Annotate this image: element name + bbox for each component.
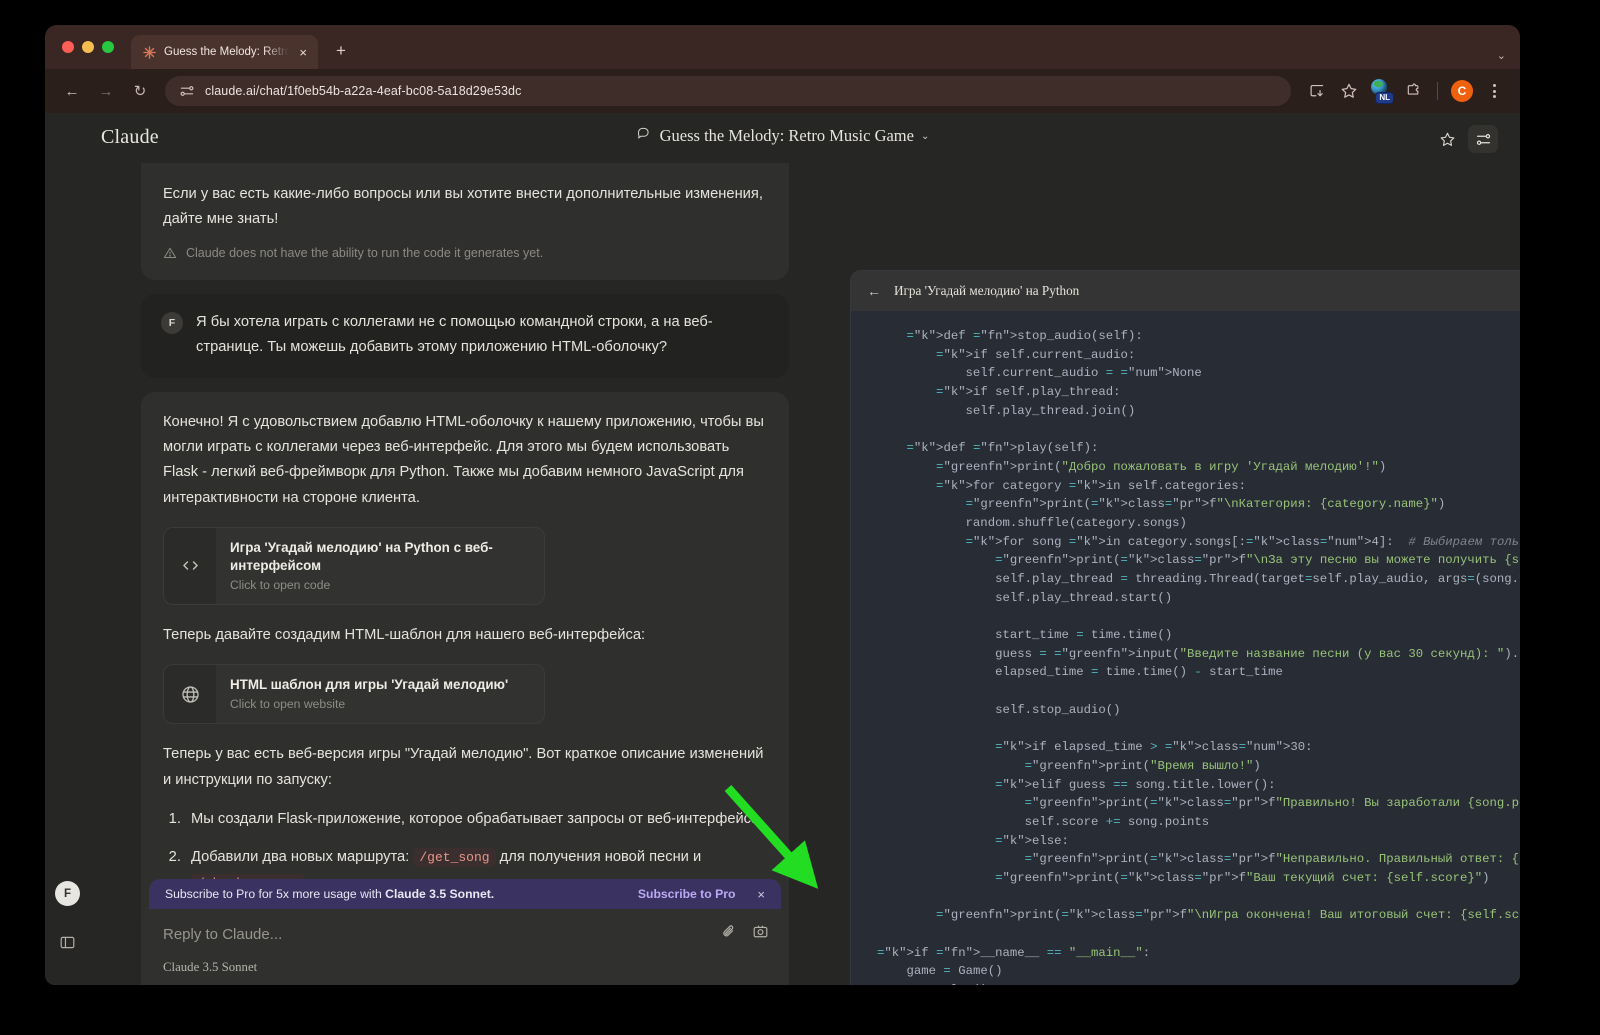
chat-bubble-icon (636, 126, 651, 146)
subscribe-promo-banner: Subscribe to Pro for 5x more usage with … (149, 879, 781, 909)
reload-button[interactable]: ↻ (125, 76, 155, 106)
conversation-scroll[interactable]: Как и раньше, вам нужно будет заменить п… (141, 163, 789, 985)
user-message: F Я бы хотела играть с коллегами не с по… (141, 294, 789, 378)
back-button[interactable]: ← (57, 76, 87, 106)
paragraph: Теперь у вас есть веб-версия игры "Угада… (163, 746, 764, 788)
artifact-card-title: HTML шаблон для игры 'Угадай мелодию' (230, 677, 509, 693)
profile-initial: C (1451, 80, 1473, 102)
app-header: Claude Guess the Melody: Retro Music Gam… (45, 113, 1520, 163)
subscribe-to-pro-link[interactable]: Subscribe to Pro (638, 887, 736, 901)
artifact-panel: ← Игра 'Угадай мелодию' на Python × ="k"… (850, 270, 1520, 985)
paragraph: Конечно! Я с удовольствием добавлю HTML-… (163, 413, 764, 506)
user-avatar[interactable]: F (55, 881, 80, 906)
install-app-icon[interactable] (1303, 77, 1331, 105)
bookmark-star-icon[interactable] (1335, 77, 1363, 105)
promo-text-plain: Subscribe to Pro for 5x more usage with (165, 887, 386, 901)
chat-title: Guess the Melody: Retro Music Game (659, 126, 914, 145)
toolbar-divider (1437, 82, 1438, 100)
model-label[interactable]: Claude 3.5 Sonnet (163, 960, 257, 975)
step-text: Добавили два новых маршрута: (191, 849, 414, 866)
extension-badge-label: NL (1375, 92, 1394, 104)
user-message-text: Я бы хотела играть с коллегами не с помо… (196, 314, 713, 356)
artifact-card-code[interactable]: Игра 'Угадай мелодию' на Python с веб-ин… (163, 526, 545, 605)
header-actions (1432, 125, 1498, 153)
maximize-window-button[interactable] (102, 41, 114, 53)
nl-translate-extension-icon[interactable]: NL (1367, 77, 1395, 105)
browser-tabstrip: Guess the Melody: Retro Mus × + ⌄ (45, 25, 1520, 69)
artifact-card-html[interactable]: HTML шаблон для игры 'Угадай мелодию' Cl… (163, 664, 545, 725)
globe-icon (164, 665, 216, 724)
window-controls-chevron-icon[interactable]: ⌄ (1497, 49, 1506, 62)
reply-input-placeholder[interactable]: Reply to Claude... (163, 926, 771, 943)
site-settings-icon[interactable] (179, 83, 195, 99)
artifact-card-subtitle: Click to open website (230, 697, 346, 712)
claude-app-page: F Claude Guess the Melody: Retro Music G… (45, 113, 1520, 985)
composer-area: Subscribe to Pro for 5x more usage with … (141, 879, 789, 985)
step-text: для получения новой песни и (495, 849, 702, 866)
paragraph: Как и раньше, вам нужно будет заменить п… (163, 163, 767, 168)
browser-toolbar: ← → ↻ claude.ai/chat/1f0eb54b-a22a-4eaf-… (45, 69, 1520, 113)
new-tab-button[interactable]: + (330, 40, 352, 62)
inline-code: /get_song (413, 848, 496, 868)
attach-paperclip-icon[interactable] (721, 923, 738, 945)
assistant-message-top: Как и раньше, вам нужно будет заменить п… (141, 163, 789, 281)
minimize-window-button[interactable] (82, 41, 94, 53)
star-icon[interactable] (1432, 125, 1462, 153)
sidebar-toggle-icon[interactable] (56, 931, 78, 953)
avatar: F (161, 312, 183, 335)
url-text: claude.ai/chat/1f0eb54b-a22a-4eaf-bc08-5… (205, 84, 522, 98)
artifact-title: Игра 'Угадай мелодию' на Python (894, 283, 1080, 298)
artifact-card-title: Игра 'Угадай мелодию' на Python с веб-ин… (230, 539, 493, 573)
paragraph: Теперь давайте создадим HTML-шаблон для … (163, 627, 646, 643)
tab-title: Guess the Melody: Retro Mus (164, 46, 290, 58)
step-text: Мы создали Flask-приложение, которое обр… (191, 810, 764, 827)
sliders-icon[interactable] (1468, 125, 1498, 153)
artifact-code-block: ="k">def ="fn">stop_audio(self): ="k">if… (877, 329, 1520, 985)
artifact-back-button[interactable]: ← (867, 283, 881, 299)
chat-title-group[interactable]: Guess the Melody: Retro Music Game ⌄ (636, 126, 929, 146)
composer-actions (721, 923, 769, 945)
forward-button[interactable]: → (91, 76, 121, 106)
window-traffic-lights[interactable] (62, 41, 114, 53)
address-bar[interactable]: claude.ai/chat/1f0eb54b-a22a-4eaf-bc08-5… (165, 76, 1291, 106)
app-left-rail: F (45, 113, 97, 985)
browser-menu-kebab-icon[interactable] (1480, 77, 1508, 105)
close-window-button[interactable] (62, 41, 74, 53)
browser-tab[interactable]: Guess the Melody: Retro Mus × (131, 35, 318, 69)
close-icon[interactable]: × (757, 887, 765, 902)
screenshot-camera-icon[interactable] (752, 923, 769, 945)
list-item: Мы создали Flask-приложение, которое обр… (185, 807, 767, 832)
code-brackets-icon (164, 527, 216, 604)
artifact-code-scroll[interactable]: ="k">def ="fn">stop_audio(self): ="k">if… (851, 311, 1520, 985)
notice-text: Claude does not have the ability to run … (186, 246, 544, 261)
close-icon[interactable]: × (296, 44, 310, 61)
paragraph: Если у вас есть какие-либо вопросы или в… (163, 185, 763, 227)
profile-avatar[interactable]: C (1448, 77, 1476, 105)
reply-composer[interactable]: Reply to Claude... Claude 3.5 Sonnet (141, 909, 789, 985)
artifact-card-subtitle: Click to open code (230, 578, 331, 592)
promo-text: Subscribe to Pro for 5x more usage with … (165, 887, 628, 901)
artifact-header: ← Игра 'Угадай мелодию' на Python × (851, 271, 1520, 311)
desktop-background: Guess the Melody: Retro Mus × + ⌄ ← → ↻ … (0, 0, 1600, 1035)
code-run-notice: Claude does not have the ability to run … (163, 246, 767, 260)
browser-window: Guess the Melody: Retro Mus × + ⌄ ← → ↻ … (45, 25, 1520, 985)
claude-starburst-icon (142, 45, 157, 60)
chevron-down-icon[interactable]: ⌄ (921, 131, 929, 142)
promo-text-bold: Claude 3.5 Sonnet. (385, 887, 495, 901)
extensions-puzzle-icon[interactable] (1399, 77, 1427, 105)
claude-wordmark: Claude (101, 126, 159, 148)
